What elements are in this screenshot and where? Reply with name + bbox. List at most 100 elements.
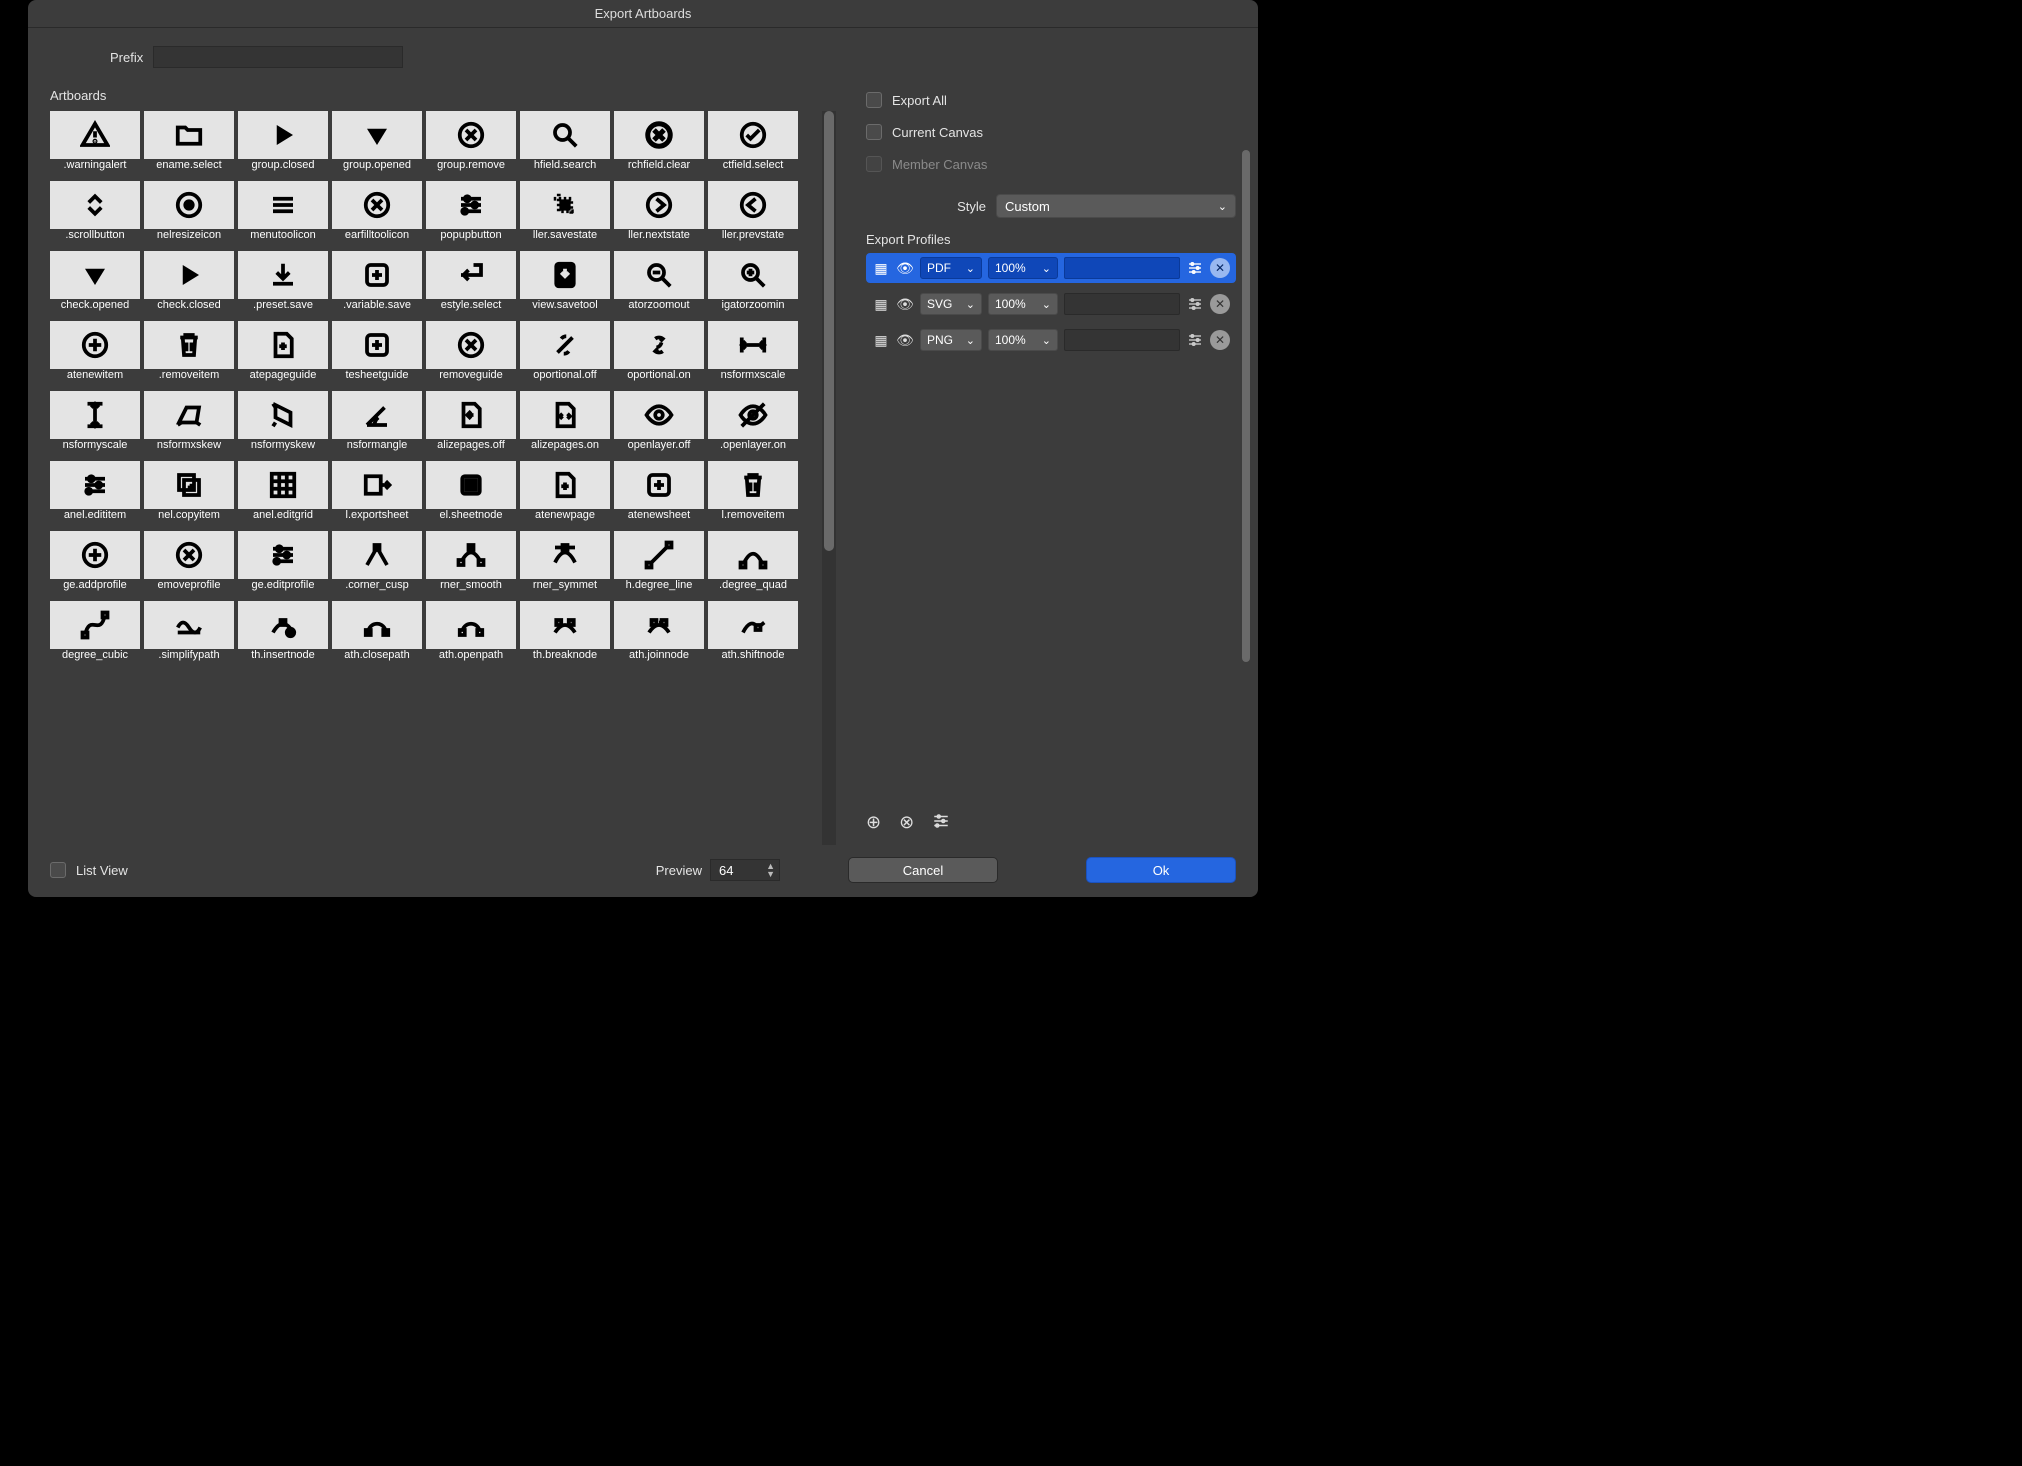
- artboard-thumb[interactable]: ge.editprofile: [238, 531, 328, 597]
- artboard-thumb[interactable]: ath.openpath: [426, 601, 516, 667]
- right-panel-scrollbar[interactable]: [1240, 150, 1252, 790]
- artboard-thumb[interactable]: earfilltoolicon: [332, 181, 422, 247]
- profile-visibility-icon[interactable]: 👁: [896, 332, 914, 349]
- artboard-thumb[interactable]: .variable.save: [332, 251, 422, 317]
- artboard-thumb[interactable]: ename.select: [144, 111, 234, 177]
- artboard-thumb[interactable]: atorzoomout: [614, 251, 704, 317]
- artboard-thumb[interactable]: ath.joinnode: [614, 601, 704, 667]
- artboard-thumb[interactable]: .scrollbutton: [50, 181, 140, 247]
- artboard-thumb[interactable]: alizepages.off: [426, 391, 516, 457]
- edit-profile-button[interactable]: [932, 812, 950, 835]
- profile-format-select[interactable]: PNG⌄: [920, 329, 982, 351]
- profile-suffix-input[interactable]: [1064, 257, 1180, 279]
- artboard-thumb[interactable]: removeguide: [426, 321, 516, 387]
- current-canvas-checkbox[interactable]: [866, 124, 882, 140]
- profile-visibility-icon[interactable]: 👁: [896, 296, 914, 313]
- profile-settings-icon[interactable]: [1186, 259, 1204, 277]
- profile-scale-select[interactable]: 100%⌄: [988, 293, 1058, 315]
- artboard-thumb[interactable]: atenewpage: [520, 461, 610, 527]
- ok-button[interactable]: Ok: [1086, 857, 1236, 883]
- profile-format-select[interactable]: SVG⌄: [920, 293, 982, 315]
- artboard-thumb[interactable]: ller.savestate: [520, 181, 610, 247]
- artboard-thumb[interactable]: atenewitem: [50, 321, 140, 387]
- artboard-thumb[interactable]: ath.shiftnode: [708, 601, 798, 667]
- artboard-thumb[interactable]: alizepages.on: [520, 391, 610, 457]
- artboard-thumb[interactable]: .openlayer.on: [708, 391, 798, 457]
- artboard-thumb[interactable]: nsformangle: [332, 391, 422, 457]
- artboard-thumb[interactable]: atenewsheet: [614, 461, 704, 527]
- export-profile-row[interactable]: ▦👁PNG⌄100%⌄✕: [866, 325, 1236, 355]
- prefix-input[interactable]: [153, 46, 403, 68]
- artboard-thumb[interactable]: .corner_cusp: [332, 531, 422, 597]
- artboards-scrollbar[interactable]: [822, 111, 836, 845]
- profile-scale-select[interactable]: 100%⌄: [988, 257, 1058, 279]
- artboard-thumb[interactable]: nel.copyitem: [144, 461, 234, 527]
- artboard-thumb[interactable]: anel.edititem: [50, 461, 140, 527]
- artboard-thumb[interactable]: l.removeitem: [708, 461, 798, 527]
- artboard-thumb[interactable]: nsformxscale: [708, 321, 798, 387]
- artboard-thumb[interactable]: openlayer.off: [614, 391, 704, 457]
- profile-suffix-input[interactable]: [1064, 329, 1180, 351]
- artboard-thumb[interactable]: oportional.off: [520, 321, 610, 387]
- profile-settings-icon[interactable]: [1186, 331, 1204, 349]
- profile-settings-icon[interactable]: [1186, 295, 1204, 313]
- artboard-thumb[interactable]: check.opened: [50, 251, 140, 317]
- artboard-thumb[interactable]: th.breaknode: [520, 601, 610, 667]
- artboard-thumb[interactable]: popupbutton: [426, 181, 516, 247]
- artboard-thumb[interactable]: nsformyskew: [238, 391, 328, 457]
- artboard-thumb[interactable]: ath.closepath: [332, 601, 422, 667]
- profile-suffix-input[interactable]: [1064, 293, 1180, 315]
- style-select[interactable]: Custom ⌄: [996, 194, 1236, 218]
- list-view-checkbox[interactable]: [50, 862, 66, 878]
- artboard-thumb[interactable]: view.savetool: [520, 251, 610, 317]
- artboard-thumb[interactable]: group.remove: [426, 111, 516, 177]
- artboard-thumb[interactable]: .simplifypath: [144, 601, 234, 667]
- profile-scale-select[interactable]: 100%⌄: [988, 329, 1058, 351]
- artboard-thumb[interactable]: rchfield.clear: [614, 111, 704, 177]
- artboard-thumb[interactable]: anel.editgrid: [238, 461, 328, 527]
- artboard-thumb[interactable]: .warningalert: [50, 111, 140, 177]
- artboard-thumb[interactable]: group.closed: [238, 111, 328, 177]
- artboard-thumb[interactable]: group.opened: [332, 111, 422, 177]
- artboard-thumb[interactable]: tesheetguide: [332, 321, 422, 387]
- profile-visibility-icon[interactable]: 👁: [896, 260, 914, 277]
- artboard-thumb[interactable]: oportional.on: [614, 321, 704, 387]
- artboard-thumb[interactable]: emoveprofile: [144, 531, 234, 597]
- artboard-thumb[interactable]: check.closed: [144, 251, 234, 317]
- artboard-thumb[interactable]: nelresizeicon: [144, 181, 234, 247]
- artboard-thumb[interactable]: ller.prevstate: [708, 181, 798, 247]
- artboard-thumb[interactable]: ge.addprofile: [50, 531, 140, 597]
- remove-profile-button[interactable]: ⊗: [899, 812, 914, 835]
- artboard-thumb[interactable]: nsformxskew: [144, 391, 234, 457]
- artboard-thumb[interactable]: .removeitem: [144, 321, 234, 387]
- artboard-thumb[interactable]: l.exportsheet: [332, 461, 422, 527]
- export-profile-row[interactable]: ▦👁PDF⌄100%⌄✕: [866, 253, 1236, 283]
- artboard-thumb[interactable]: atepageguide: [238, 321, 328, 387]
- artboards-scroll-thumb[interactable]: [824, 111, 834, 551]
- artboard-thumb[interactable]: .degree_quad: [708, 531, 798, 597]
- artboard-thumb[interactable]: menutoolicon: [238, 181, 328, 247]
- export-all-checkbox[interactable]: [866, 92, 882, 108]
- artboard-thumb[interactable]: th.insertnode: [238, 601, 328, 667]
- artboard-thumb[interactable]: el.sheetnode: [426, 461, 516, 527]
- artboard-thumb[interactable]: estyle.select: [426, 251, 516, 317]
- artboard-thumb[interactable]: degree_cubic: [50, 601, 140, 667]
- cancel-button[interactable]: Cancel: [848, 857, 998, 883]
- artboard-thumb[interactable]: rner_symmet: [520, 531, 610, 597]
- artboard-thumb[interactable]: rner_smooth: [426, 531, 516, 597]
- artboard-thumb[interactable]: nsformyscale: [50, 391, 140, 457]
- profile-remove-button[interactable]: ✕: [1210, 258, 1230, 278]
- preview-size-stepper[interactable]: 64 ▲▼: [710, 859, 780, 881]
- profile-remove-button[interactable]: ✕: [1210, 294, 1230, 314]
- artboard-thumb[interactable]: ctfield.select: [708, 111, 798, 177]
- profile-remove-button[interactable]: ✕: [1210, 330, 1230, 350]
- artboard-thumb[interactable]: igatorzoomin: [708, 251, 798, 317]
- export-profile-row[interactable]: ▦👁SVG⌄100%⌄✕: [866, 289, 1236, 319]
- profile-format-select[interactable]: PDF⌄: [920, 257, 982, 279]
- artboard-thumb[interactable]: ller.nextstate: [614, 181, 704, 247]
- artboard-thumb[interactable]: .preset.save: [238, 251, 328, 317]
- artboard-thumb[interactable]: h.degree_line: [614, 531, 704, 597]
- add-profile-button[interactable]: ⊕: [866, 812, 881, 835]
- artboard-thumb[interactable]: hfield.search: [520, 111, 610, 177]
- right-panel-scroll-thumb[interactable]: [1242, 150, 1250, 662]
